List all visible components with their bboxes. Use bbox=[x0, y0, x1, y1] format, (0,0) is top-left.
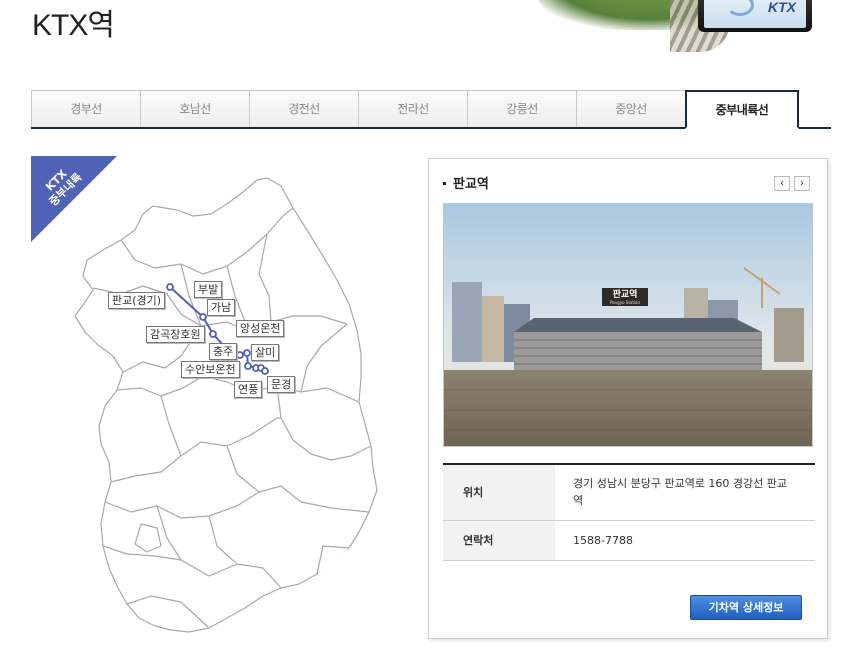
station-label-chungju[interactable]: 충주 bbox=[209, 343, 238, 360]
station-dot-salmi[interactable] bbox=[244, 362, 252, 370]
station-info-table: 위치 경기 성남시 분당구 판교역로 160 경강선 판교역 연락처 1588-… bbox=[443, 463, 815, 561]
station-detail-button[interactable]: 기차역 상세정보 bbox=[690, 595, 802, 620]
station-label-yeonpung[interactable]: 연풍 bbox=[234, 381, 263, 398]
station-title: 판교역 bbox=[443, 173, 489, 192]
station-dot-pangyo[interactable] bbox=[166, 283, 174, 291]
station-dot-bubal[interactable] bbox=[199, 313, 207, 321]
contact-row: 연락처 1588-7788 bbox=[443, 520, 815, 561]
swirl-icon bbox=[726, 0, 754, 16]
tab-jeolla[interactable]: 전라선 bbox=[358, 90, 468, 127]
ktx-device-image: KTX bbox=[698, 0, 812, 32]
location-value: 경기 성남시 분당구 판교역로 160 경강선 판교역 bbox=[555, 464, 815, 521]
bullet-icon bbox=[443, 181, 446, 185]
tab-jungang[interactable]: 중앙선 bbox=[576, 90, 686, 127]
station-dot-ganam[interactable] bbox=[209, 330, 217, 338]
station-label-ganam[interactable]: 가남 bbox=[207, 299, 236, 316]
tab-jungbu-naeryuk[interactable]: 중부내륙선 bbox=[685, 90, 799, 129]
station-label-salmi[interactable]: 살미 bbox=[251, 344, 280, 361]
photo-sign-sub: Pangyo Station bbox=[610, 300, 641, 305]
prev-station-button[interactable]: ‹ bbox=[774, 176, 790, 191]
next-station-button[interactable]: › bbox=[794, 176, 810, 191]
page-title: KTX역 bbox=[32, 9, 115, 42]
line-tabs: 경부선 호남선 경전선 전라선 강릉선 중앙선 중부내륙선 bbox=[31, 90, 831, 129]
ktx-line-ribbon: KTX 중부내륙 bbox=[31, 156, 117, 242]
station-label-gamgok[interactable]: 감곡장호원 bbox=[146, 326, 205, 343]
station-photo: 판교역 Pangyo Station bbox=[443, 203, 813, 447]
header-banner-image: KTX bbox=[530, 0, 820, 52]
location-row: 위치 경기 성남시 분당구 판교역로 160 경강선 판교역 bbox=[443, 464, 815, 521]
station-dot-mungyeong[interactable] bbox=[261, 367, 269, 375]
station-dot-chungju[interactable] bbox=[243, 349, 251, 357]
location-label: 위치 bbox=[443, 464, 555, 521]
station-label-pangyo[interactable]: 판교(경기) bbox=[108, 292, 166, 309]
contact-label: 연락처 bbox=[443, 520, 555, 561]
tab-honam[interactable]: 호남선 bbox=[140, 90, 250, 127]
station-name: 판교역 bbox=[453, 177, 489, 192]
chevron-left-icon: ‹ bbox=[780, 178, 784, 189]
contact-value: 1588-7788 bbox=[555, 520, 815, 561]
station-label-bubal[interactable]: 부발 bbox=[194, 281, 223, 298]
korea-outline bbox=[74, 177, 378, 633]
photo-sign: 판교역 bbox=[613, 288, 638, 300]
station-label-suanbo[interactable]: 수안보온천 bbox=[181, 361, 240, 378]
station-info-panel: 판교역 ‹ › 판교역 Pangyo Station 위치 경기 성남시 분당구… bbox=[428, 158, 828, 639]
ktx-logo: KTX bbox=[768, 0, 796, 15]
tab-gyeongjeon[interactable]: 경전선 bbox=[249, 90, 359, 127]
station-label-mungyeong[interactable]: 문경 bbox=[267, 376, 296, 393]
tab-gangneung[interactable]: 강릉선 bbox=[467, 90, 577, 127]
route-map: KTX 중부내륙 판교(경기) 부발 가남 감곡장호원 앙성온천 충주 살미 수… bbox=[31, 156, 401, 656]
tab-gyeongbu[interactable]: 경부선 bbox=[31, 90, 141, 127]
chevron-right-icon: › bbox=[800, 178, 804, 189]
station-dot-angseong[interactable] bbox=[236, 351, 244, 359]
station-label-angseong[interactable]: 앙성온천 bbox=[236, 320, 285, 337]
